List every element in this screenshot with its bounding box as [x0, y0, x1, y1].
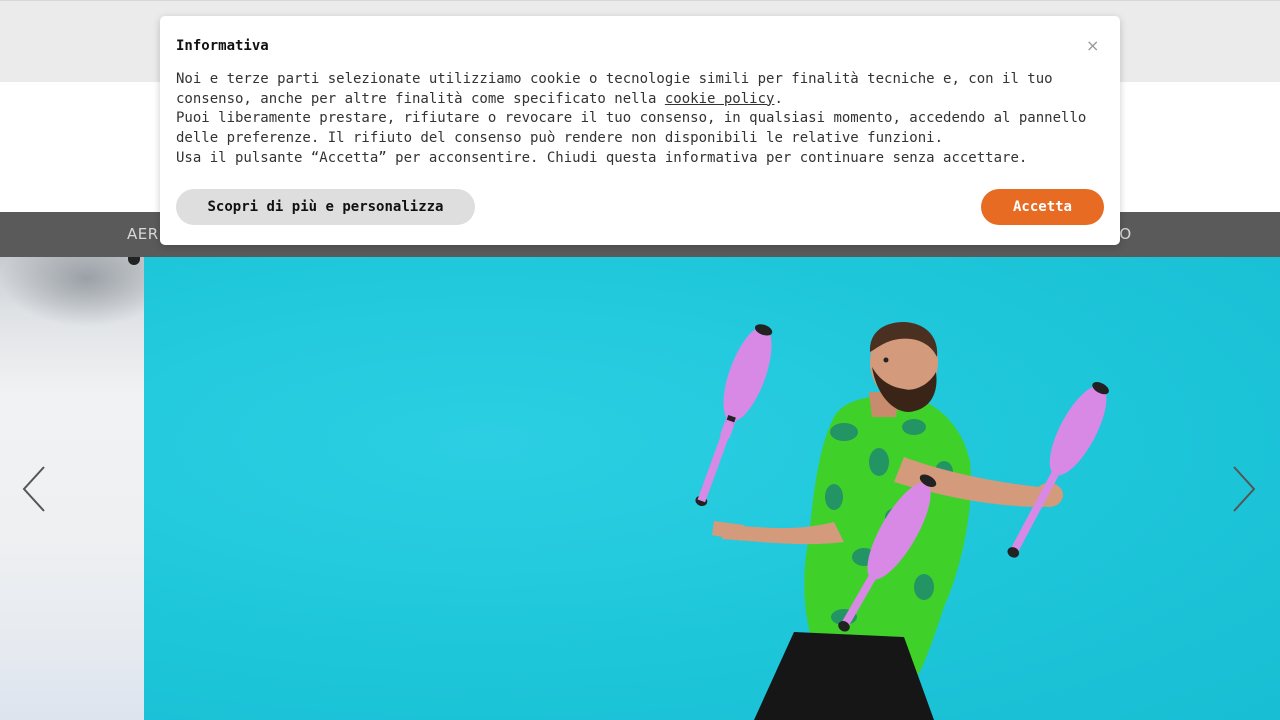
nav-item-left[interactable]: AERI — [127, 225, 164, 243]
slider-prev-button[interactable] — [20, 464, 50, 514]
cookie-consent-dialog: Informativa × Noi e terze parti selezion… — [160, 16, 1120, 245]
image-slider — [0, 257, 1280, 720]
juggler-photo — [695, 322, 1109, 720]
chevron-right-icon — [1233, 466, 1256, 512]
close-icon[interactable]: × — [1086, 38, 1099, 54]
cookie-text-preferences: Puoi liberamente prestare, rifiutare o r… — [176, 110, 1087, 147]
cookie-policy-link[interactable]: cookie policy — [665, 91, 775, 107]
current-slide — [144, 257, 1280, 720]
cookie-text-intro: Noi e terze parti selezionate utilizziam… — [176, 71, 1053, 107]
chevron-left-icon — [22, 466, 45, 512]
cookie-dialog-title: Informativa — [176, 38, 269, 54]
cookie-text-accept-hint: Usa il pulsante “Accetta” per acconsenti… — [176, 149, 1028, 166]
cookie-dialog-text: Noi e terze parti selezionate utilizziam… — [176, 70, 1096, 169]
accept-button[interactable]: Accetta — [981, 189, 1104, 225]
cookie-text-period: . — [774, 90, 783, 107]
slider-next-button[interactable] — [1230, 464, 1260, 514]
customize-button[interactable]: Scopri di più e personalizza — [176, 189, 475, 225]
preview-blur — [0, 257, 144, 327]
